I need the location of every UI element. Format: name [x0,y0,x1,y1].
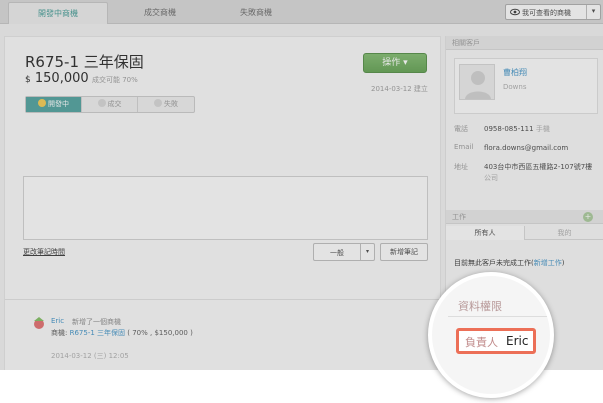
status-open-button[interactable]: 開發中 [26,97,82,112]
note-textarea[interactable] [23,176,428,240]
phone-key: 電話 [454,125,468,133]
divider [448,316,550,317]
edit-note-time-link[interactable]: 更改筆記時間 [23,247,65,257]
data-permission-title: 資料權限 [458,300,502,313]
deal-tabs: 開發中商機 成交商機 失敗商機 我可查看的商機 ▾ [0,0,603,24]
chevron-down-icon[interactable]: ▾ [360,244,374,260]
status-lost-label: 失敗 [164,100,178,108]
address-text: 403台中市西區五權路2-107號7樓 [484,163,593,171]
action-label: 操作 [382,58,401,68]
phone-type: 手機 [535,125,550,133]
currency-symbol: $ [25,75,31,85]
deal-amount: $ 150,000 [25,71,89,86]
tasks-header: 工作 [446,210,603,224]
task-empty-text: 目前無此客戶未完成工作( [454,259,534,267]
feed-timestamp: 2014-03-12 (三) 12:05 [51,352,129,360]
address-key: 地址 [454,163,468,171]
phone-value: 0958-085-111 手機 [484,124,600,135]
owner-highlight-box: 負責人 Eric [456,328,536,354]
tab-open-deals[interactable]: 開發中商機 [8,2,108,24]
magnifier-callout: 資料權限 負責人 Eric [428,272,554,398]
status-lost-button[interactable]: 失敗 [138,97,194,112]
created-date: 2014-03-12 建立 [371,85,428,93]
deal-title: R675-1 三年保固 [25,53,144,71]
tab-my-tasks[interactable]: 我的 [525,226,603,240]
feed-author-link[interactable]: Eric [51,317,64,325]
feed-action-text: 新增了一個商機 [72,318,121,326]
feed-deal-link[interactable]: R675-1 三年保固 [70,329,125,337]
new-task-link[interactable]: 新增工作 [534,259,562,267]
email-key: Email [454,143,474,151]
phone-number: 0958-085-111 [484,125,534,133]
feed-deal-suffix: ( 70% , $150,000 ) [127,329,193,337]
contact-header: 相關客戶 [446,36,603,50]
status-won-label: 成交 [107,100,122,108]
owner-value[interactable]: Eric [506,334,528,348]
status-open-icon [38,99,46,107]
contact-avatar [459,64,495,100]
contact-name-link[interactable]: 曹柏翔 [503,67,527,78]
owner-label: 負責人 [465,336,498,349]
tab-won-deals[interactable]: 成交商機 [110,2,210,24]
feed-deal-line: 商機: R675-1 三年保固 ( 70% , $150,000 ) [51,328,193,338]
add-task-icon[interactable]: + [583,212,593,222]
note-type-select[interactable]: 一般 ▾ [313,243,375,261]
status-won-button[interactable]: 成交 [82,97,138,112]
task-tabs: 所有人 我的 [446,226,603,240]
task-empty-message: 目前無此客戶未完成工作(新增工作) [454,258,564,268]
add-note-button[interactable]: 新增筆記 [380,243,428,261]
chevron-down-icon: ▾ [403,58,408,68]
amount-value: 150,000 [34,71,89,86]
contact-alias: Downs [503,83,527,91]
contact-card: 曹柏翔 Downs [454,58,598,114]
status-won-icon [97,99,106,107]
tab-lost-deals[interactable]: 失敗商機 [206,2,306,24]
address-type: 公司 [484,174,498,182]
user-avatar-icon [34,317,44,329]
status-open-label: 開發中 [48,100,69,108]
divider [5,299,440,300]
address-value: 403台中市西區五權路2-107號7樓 公司 [484,162,600,184]
view-filter-select[interactable]: 我可查看的商機 ▾ [505,4,601,20]
tab-all-tasks[interactable]: 所有人 [446,226,525,240]
note-type-label: 一般 [330,249,344,257]
action-button[interactable]: 操作 ▾ [363,53,427,73]
task-empty-close: ) [561,259,565,267]
email-value[interactable]: flora.downs@gmail.com [484,143,600,154]
view-filter-label: 我可查看的商機 [522,9,571,17]
eye-icon [510,8,520,16]
deal-detail-panel: R675-1 三年保固 $ 150,000 成交可能 70% 操作 ▾ 2014… [4,36,441,370]
person-icon [465,71,491,99]
deal-probability: 成交可能 70% [92,76,138,84]
status-lost-icon [154,99,162,107]
feed-deal-prefix: 商機: [51,329,68,337]
chevron-down-icon[interactable]: ▾ [586,5,600,19]
deal-status-toggle: 開發中 成交 失敗 [25,96,195,113]
